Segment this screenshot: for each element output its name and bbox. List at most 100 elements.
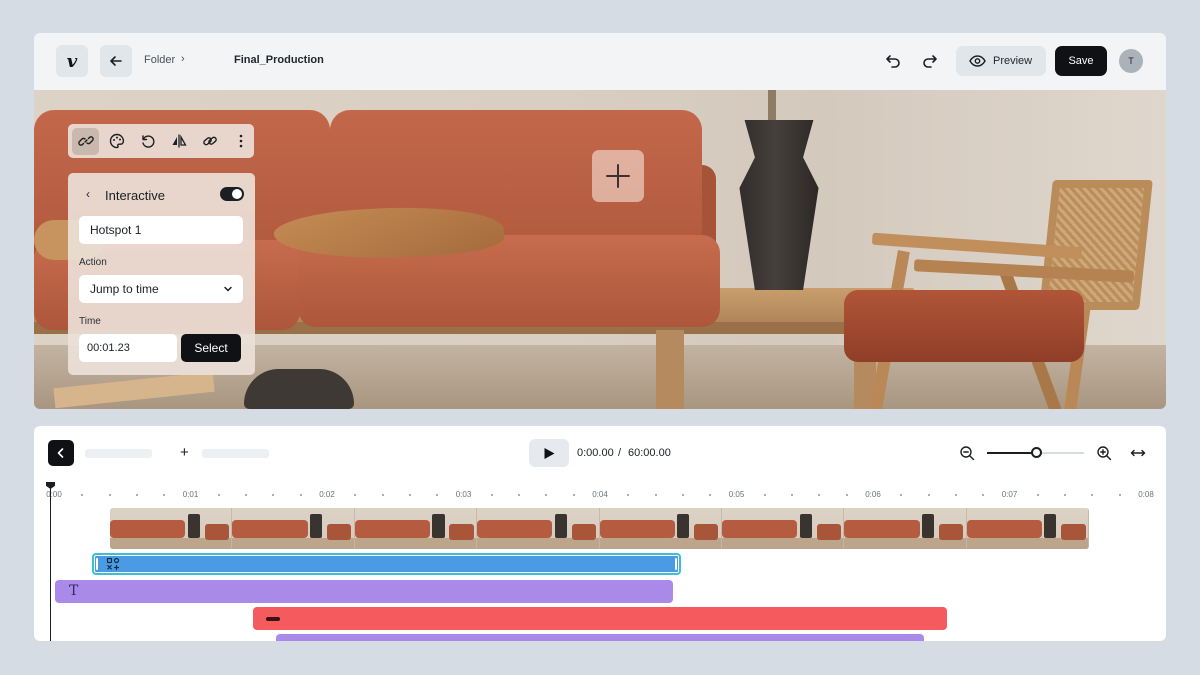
ruler-tick-dot (709, 494, 712, 496)
ruler-tick-dot (654, 494, 657, 496)
zoom-out-button[interactable] (958, 444, 976, 462)
more-options-button[interactable] (227, 128, 254, 155)
plus-icon (606, 164, 630, 188)
hotspot-name-input[interactable] (79, 216, 243, 244)
action-select[interactable]: Jump to time (79, 275, 243, 303)
style-tool-button[interactable] (103, 128, 130, 155)
frame-thumbnail-part (599, 520, 675, 538)
ruler-tick-dot (681, 494, 684, 496)
action-select-value: Jump to time (90, 282, 159, 296)
back-button[interactable] (100, 45, 132, 77)
select-time-button[interactable]: Select (181, 334, 241, 362)
project-title[interactable]: Final_Production (234, 54, 324, 66)
ruler-tick-dot (299, 494, 302, 496)
ruler-tick-dot (818, 494, 821, 496)
ruler-tick-label: 0:00 (46, 490, 62, 499)
preview-button[interactable]: Preview (956, 46, 1046, 76)
rotate-tool-button[interactable] (134, 128, 161, 155)
flip-tool-button[interactable] (165, 128, 192, 155)
undo-button[interactable] (882, 50, 904, 72)
ruler-tick-dot (1091, 494, 1094, 496)
redo-button[interactable] (919, 50, 941, 72)
frame-thumbnail-part (204, 524, 229, 540)
frame-thumbnail-part (571, 524, 597, 540)
frame-thumbnail-part (310, 514, 323, 538)
shape-track-clip[interactable] (253, 607, 947, 630)
zoom-in-icon (1097, 446, 1112, 461)
undo-icon (886, 55, 900, 68)
ruler-tick-dot (436, 494, 439, 496)
link-tool-button[interactable] (72, 127, 99, 155)
time-ruler[interactable]: 0:00 0:01 0:02 0:03 0:04 0:05 0:06 0:07 0:08 (34, 486, 1166, 506)
ruler-tick-dot (982, 494, 985, 496)
frame-thumbnail-part (354, 520, 430, 538)
zoom-slider[interactable] (987, 447, 1084, 458)
video-filmstrip[interactable] (110, 508, 1089, 549)
save-button[interactable]: Save (1055, 46, 1107, 76)
filmstrip-frame (721, 508, 845, 549)
placeholder-bar (85, 449, 152, 458)
text-track-clip[interactable]: T (55, 580, 673, 603)
fit-width-button[interactable] (1129, 444, 1147, 462)
top-bar: v Folder › Final_Production Preview Save… (34, 33, 1166, 90)
filmstrip-frame (477, 508, 600, 549)
chain-link-icon (202, 136, 217, 146)
ruler-tick-label: 0:01 (182, 490, 199, 499)
frame-thumbnail-part (721, 520, 798, 538)
filmstrip-frame (844, 508, 967, 549)
ruler-tick-dot (135, 494, 138, 496)
frame-thumbnail-part (232, 520, 308, 538)
ruler-tick-label: 0:04 (592, 490, 608, 499)
frame-thumbnail-part (1061, 524, 1086, 540)
filmstrip-frame (232, 508, 355, 549)
chevron-down-icon (224, 286, 232, 292)
ruler-tick-label: 0:02 (319, 490, 335, 499)
more-vertical-icon (239, 134, 242, 148)
frame-thumbnail-part (449, 524, 474, 540)
interactive-toggle[interactable] (220, 187, 244, 201)
overlay-track-clip[interactable] (276, 634, 924, 641)
clip-trim-handle-right[interactable] (675, 558, 677, 570)
breadcrumb-folder[interactable]: Folder (144, 54, 175, 66)
scene-bowl (244, 369, 354, 409)
ruler-tick-label: 0:06 (865, 490, 881, 499)
ruler-tick-dot (108, 494, 111, 496)
editor-window: v Folder › Final_Production Preview Save… (34, 33, 1166, 409)
add-track-button[interactable]: + (180, 444, 189, 461)
panel-back-chevron-icon[interactable]: ‹ (86, 187, 90, 201)
frame-thumbnail-part (799, 514, 812, 538)
ruler-tick-dot (900, 494, 903, 496)
scene-vase (739, 120, 819, 290)
frame-thumbnail-part (1044, 514, 1057, 538)
zoom-in-button[interactable] (1095, 444, 1113, 462)
video-canvas[interactable]: ‹ Interactive Action Jump to time Time S… (34, 90, 1166, 409)
frame-thumbnail-part (110, 520, 186, 538)
placeholder-bar (202, 449, 269, 458)
frame-thumbnail-part (477, 520, 553, 538)
clip-trim-handle-left[interactable] (96, 558, 98, 570)
ruler-tick-dot (845, 494, 848, 496)
add-hotspot-button[interactable] (592, 150, 644, 202)
vimeo-logo-icon[interactable]: v (56, 45, 88, 77)
link-icon (77, 136, 94, 146)
ruler-tick-dot (545, 494, 548, 496)
hotspot-track-clip[interactable] (92, 553, 681, 575)
filmstrip-frame (599, 508, 722, 549)
preview-label: Preview (993, 55, 1033, 67)
arrow-left-icon (110, 56, 122, 66)
ruler-tick-label: 0:07 (1001, 490, 1018, 499)
ruler-tick-dot (354, 494, 357, 496)
zoom-slider-knob[interactable] (1030, 447, 1042, 458)
play-button[interactable] (529, 439, 569, 467)
breadcrumb-chevron-icon: › (181, 53, 185, 65)
frame-thumbnail-part (921, 514, 935, 538)
zoom-out-icon (960, 446, 975, 461)
timeline-panel: + 0:00.00 / 60:00.00 0:00 0:01 0:02 0:03 0:0… (34, 426, 1166, 641)
time-input[interactable] (79, 334, 177, 362)
link-settings-button[interactable] (196, 128, 223, 155)
ruler-tick-dot (572, 494, 575, 496)
timeline-collapse-button[interactable] (48, 440, 74, 466)
playhead[interactable] (50, 486, 51, 641)
fit-width-icon (1130, 449, 1146, 457)
avatar[interactable]: T (1119, 49, 1143, 73)
